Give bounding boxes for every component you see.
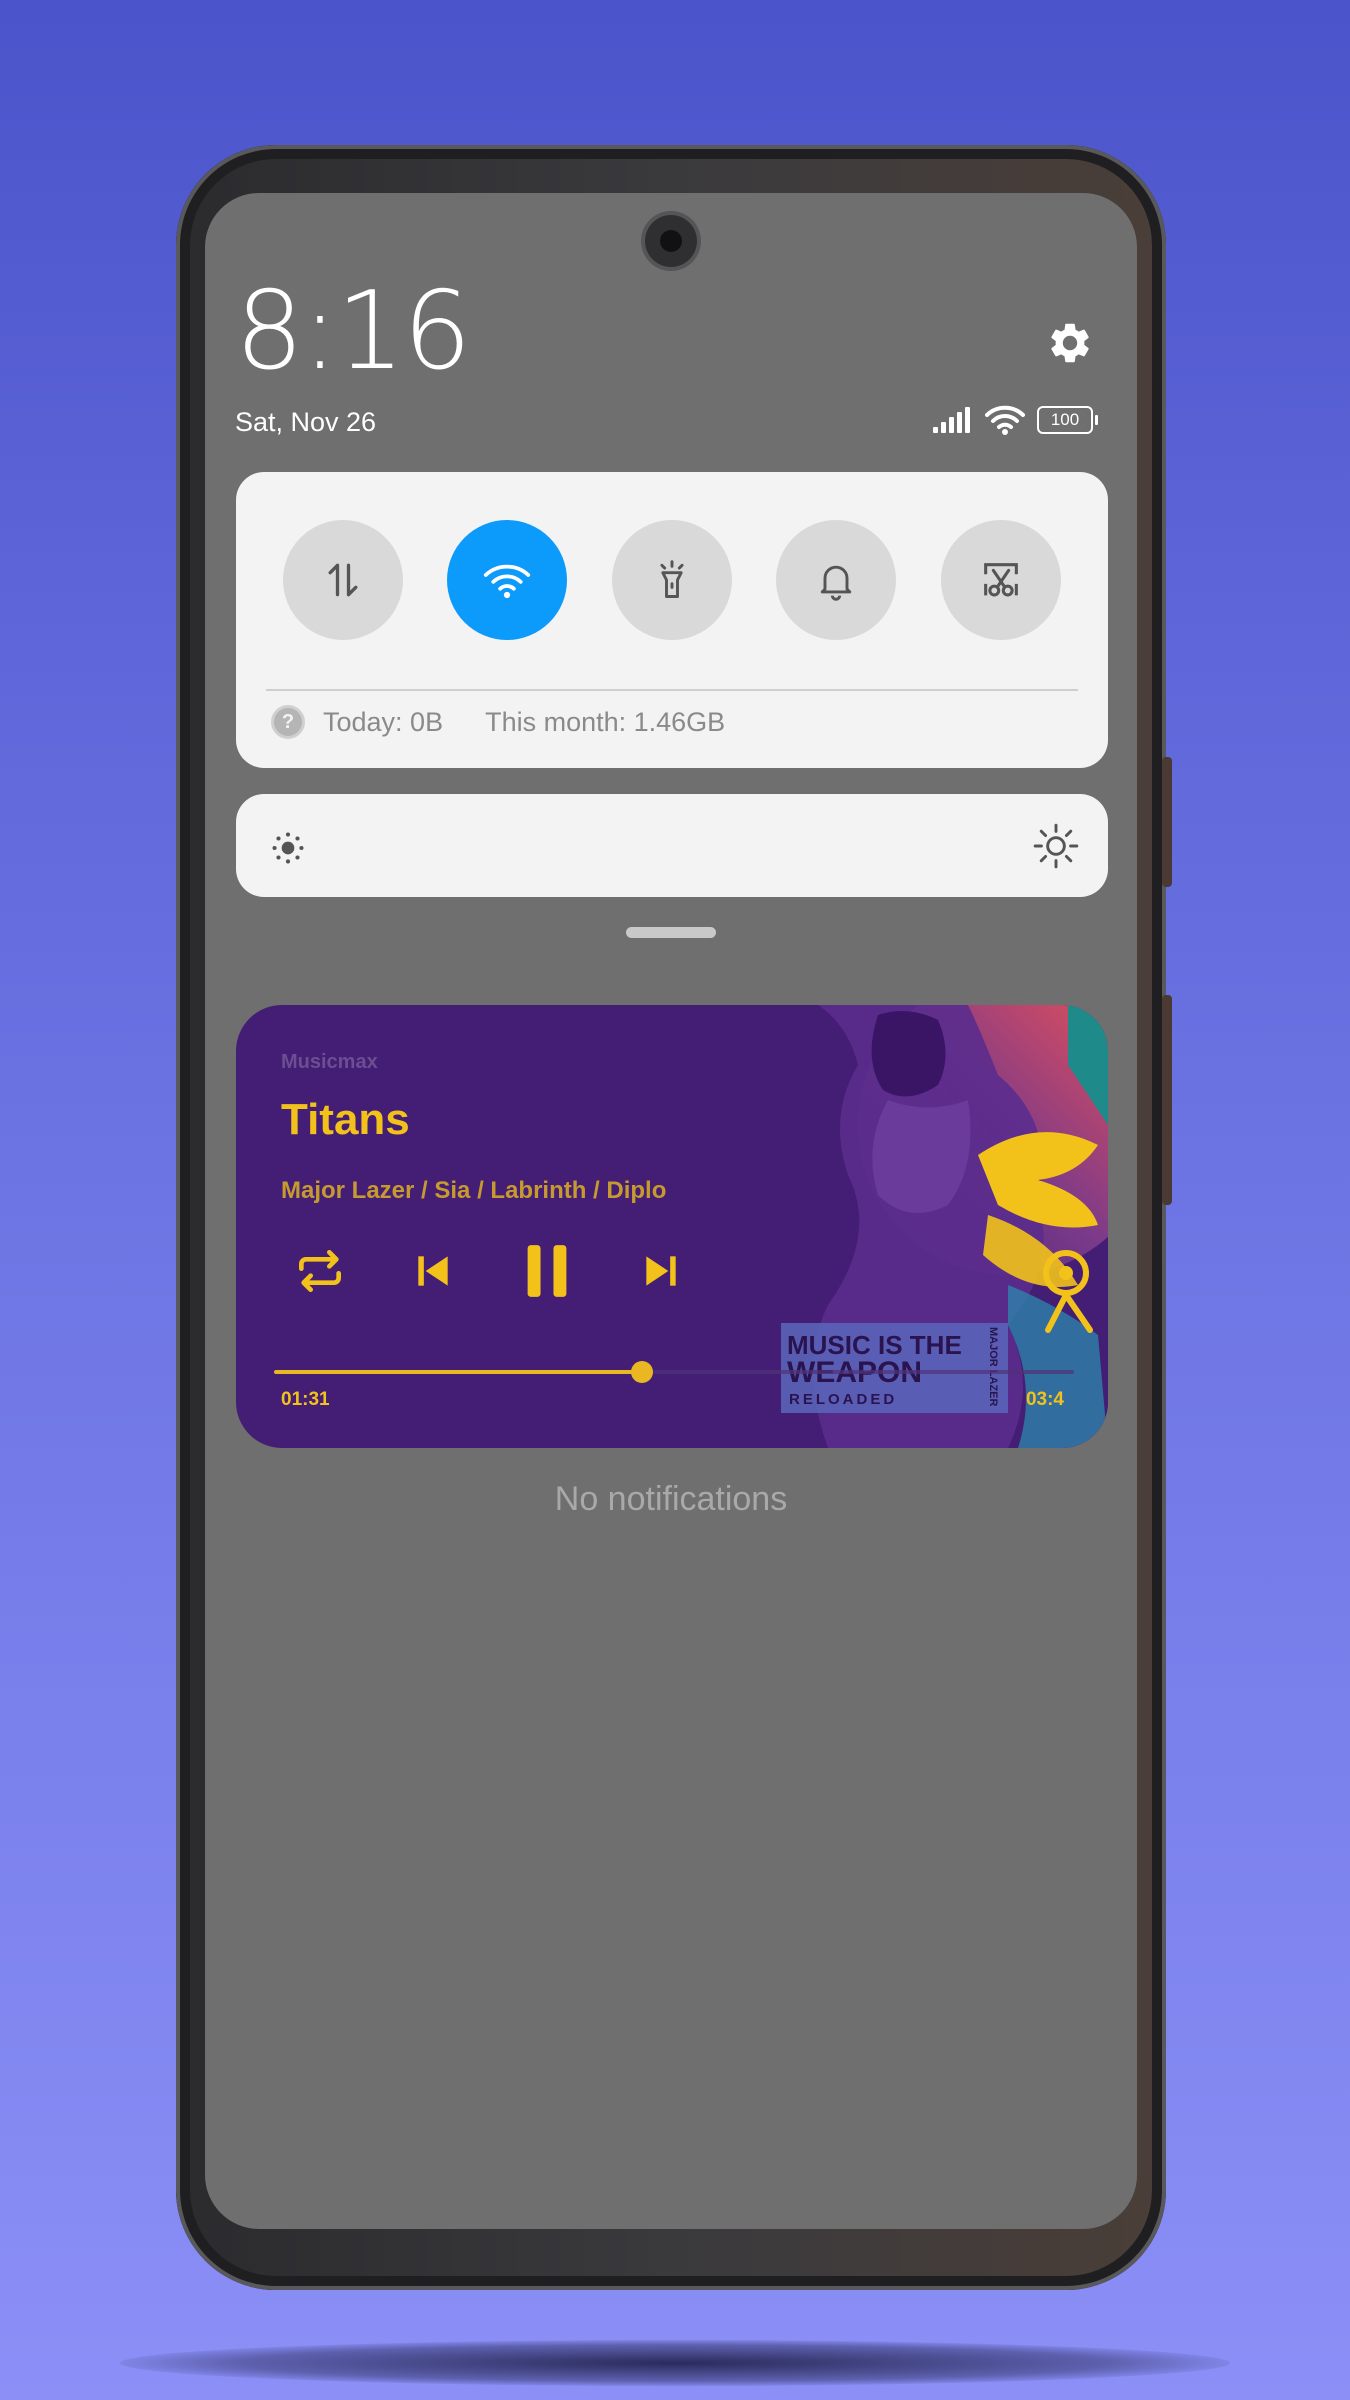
data-usage-month: This month: 1.46GB [485, 706, 726, 737]
drag-handle[interactable] [626, 927, 716, 938]
skip-next-icon [646, 1256, 676, 1286]
status-icons: 100 [933, 405, 1098, 435]
flashlight-icon [660, 560, 684, 598]
repeat-button[interactable] [287, 1238, 353, 1304]
media-app-name: Musicmax [281, 1051, 378, 1073]
notification-shade: 8:16 Sat, Nov 26 100 ? Today: 0B This mo… [205, 193, 1137, 2229]
mobile-data-toggle[interactable] [283, 520, 403, 640]
volume-button [1162, 757, 1172, 887]
sound-toggle[interactable] [776, 520, 896, 640]
phone-shadow [120, 2340, 1230, 2386]
clock: 8:16 [235, 269, 472, 394]
scissors-screenshot-icon [984, 563, 1018, 597]
bell-icon [820, 565, 852, 601]
quick-settings-panel: ? Today: 0B This month: 1.46GB [236, 472, 1108, 768]
power-button [1162, 995, 1172, 1205]
pause-icon [527, 1245, 567, 1297]
mobile-data-arrows-icon [328, 563, 358, 597]
brightness-slider[interactable] [236, 794, 1108, 897]
media-player-card[interactable]: MUSIC IS THE WEAPON RELOADED MAJOR LAZER… [236, 1005, 1108, 1448]
brightness-low-icon [272, 832, 304, 864]
screenshot-toggle[interactable] [941, 520, 1061, 640]
album-art-artist: MAJOR LAZER [987, 1327, 999, 1407]
skip-previous-icon [418, 1256, 448, 1286]
pause-button[interactable] [514, 1238, 580, 1304]
next-button[interactable] [628, 1238, 694, 1304]
album-art-line-3: RELOADED [789, 1391, 897, 1408]
track-artist: Major Lazer / Sia / Labrinth / Diplo [281, 1177, 667, 1204]
gear-icon[interactable] [1046, 319, 1094, 367]
battery-indicator: 100 [1037, 406, 1098, 434]
total-time: 03:4 [1025, 1389, 1064, 1410]
elapsed-time: 01:31 [281, 1389, 330, 1410]
data-usage-row[interactable]: ? Today: 0B This month: 1.46GB [271, 705, 725, 739]
wifi-toggle[interactable] [447, 520, 567, 640]
date: Sat, Nov 26 [235, 407, 377, 437]
progress-thumb[interactable] [631, 1361, 653, 1383]
front-camera [645, 215, 697, 267]
wifi-icon [483, 564, 531, 599]
brightness-high-icon [1033, 823, 1079, 869]
empty-notifications-text: No notifications [554, 1480, 788, 1518]
album-art: MUSIC IS THE WEAPON RELOADED MAJOR LAZER [678, 1005, 1108, 1448]
flashlight-toggle[interactable] [612, 520, 732, 640]
previous-button[interactable] [400, 1238, 466, 1304]
wifi-icon [985, 405, 1025, 435]
cellular-signal-icon [933, 407, 970, 433]
track-title: Titans [281, 1095, 410, 1144]
divider [266, 689, 1078, 691]
help-icon: ? [271, 705, 305, 739]
data-usage-today: Today: 0B [323, 706, 444, 737]
progress-bar[interactable] [274, 1361, 1074, 1383]
progress-fill [274, 1370, 642, 1374]
repeat-icon [299, 1250, 341, 1292]
